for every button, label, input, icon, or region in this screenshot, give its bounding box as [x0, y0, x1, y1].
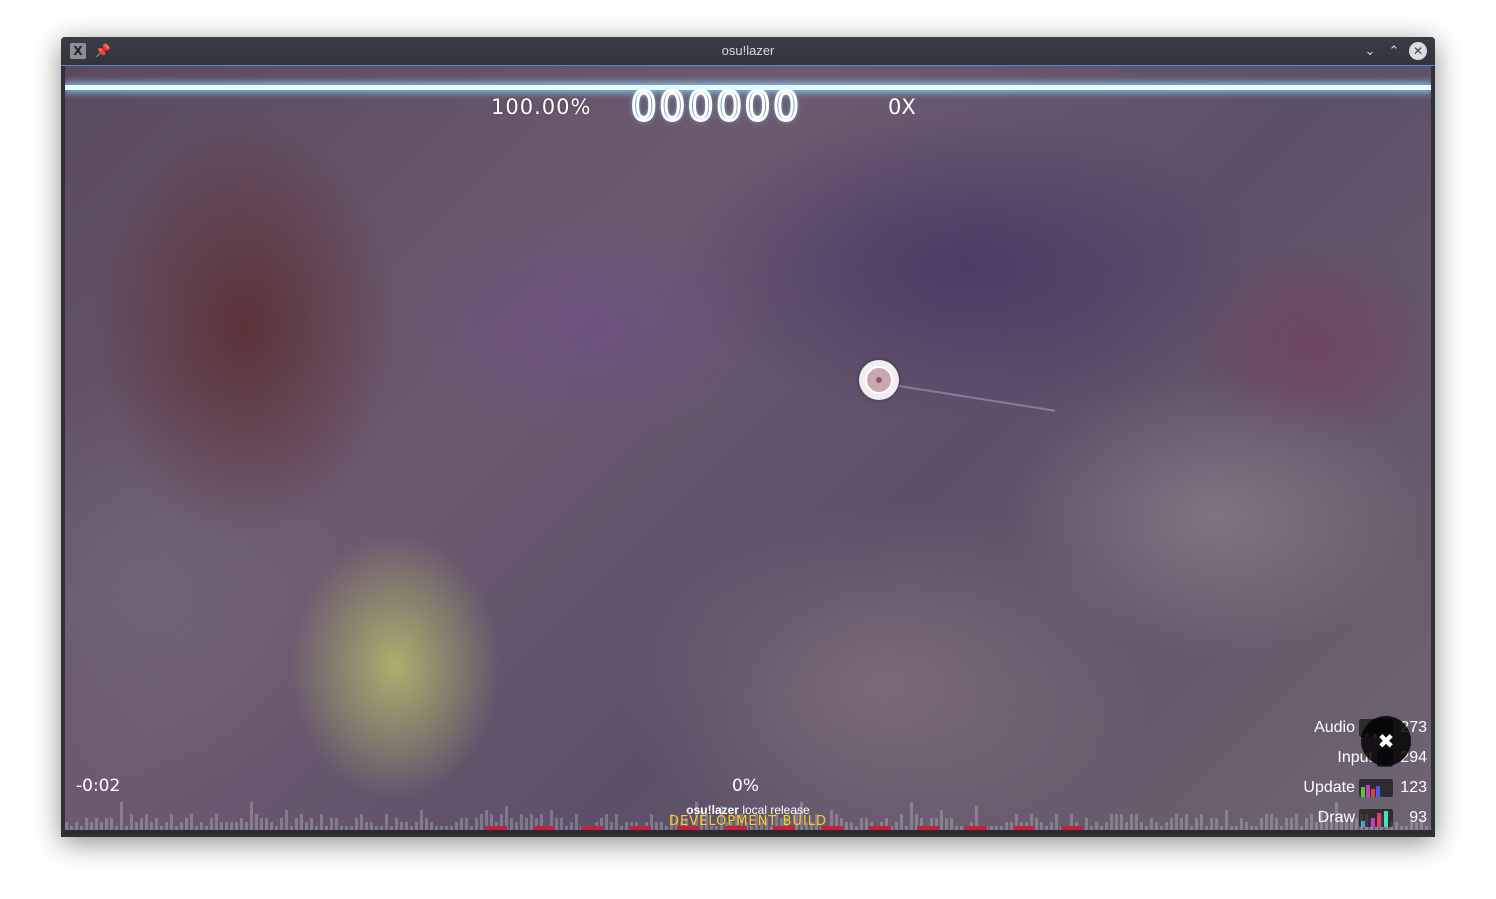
perf-row-update: Update 123 — [1303, 776, 1427, 800]
song-progress-bar[interactable] — [65, 830, 1431, 834]
cursor-trail — [898, 385, 1056, 412]
perf-value-draw: 93 — [1409, 809, 1427, 826]
title-bar[interactable]: X 📌 osu!lazer ⌄ ⌃ ✕ — [61, 37, 1435, 66]
song-progress-percent: 0% — [732, 776, 759, 796]
development-build-label: DEVELOPMENT BUILD — [669, 814, 827, 829]
exit-icon[interactable]: ✖ — [1361, 716, 1411, 766]
score-counter: 000000 — [630, 83, 802, 132]
window-title: osu!lazer — [721, 43, 775, 58]
app-window: X 📌 osu!lazer ⌄ ⌃ ✕ 100.00% 000000 0X -0… — [61, 37, 1435, 837]
maximize-button[interactable]: ⌃ — [1385, 42, 1403, 60]
hit-circle[interactable] — [859, 360, 899, 400]
hit-circle-center — [876, 377, 882, 383]
perf-graph-draw — [1359, 809, 1393, 827]
minimize-button[interactable]: ⌄ — [1361, 42, 1379, 60]
perf-label-draw: Draw — [1317, 809, 1355, 826]
perf-label-audio: Audio — [1314, 719, 1355, 736]
combo-counter: 0X — [888, 95, 916, 119]
perf-graph-update — [1359, 779, 1393, 797]
accuracy-display: 100.00% — [491, 95, 592, 119]
time-remaining: -0:02 — [76, 776, 121, 796]
close-button[interactable]: ✕ — [1409, 42, 1427, 60]
perf-value-update: 123 — [1400, 779, 1427, 796]
perf-label-update: Update — [1303, 779, 1355, 796]
perf-row-draw: Draw 93 — [1318, 806, 1427, 830]
gameplay-area[interactable]: 100.00% 000000 0X -0:02 0% osu!lazer loc… — [65, 66, 1431, 834]
